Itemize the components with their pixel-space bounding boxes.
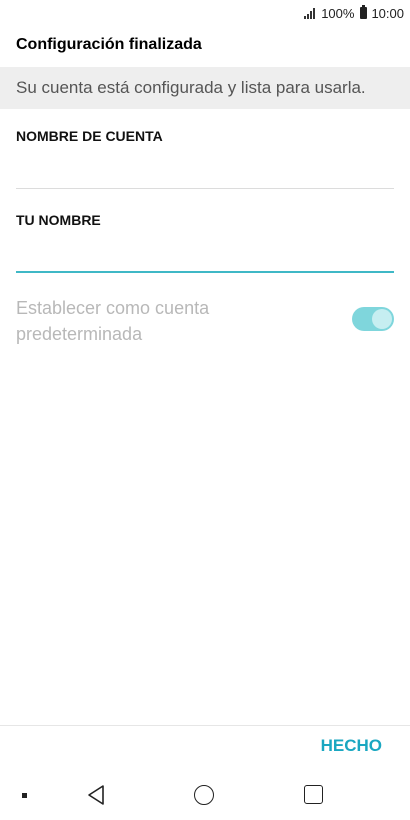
screen: 100% 10:00 Configuración finalizada Su c…	[0, 0, 410, 820]
battery-percent: 100%	[321, 5, 355, 21]
default-account-label: Establecer como cuenta predeterminada	[16, 298, 210, 344]
account-name-underline	[16, 188, 394, 189]
nav-dot-icon[interactable]	[22, 793, 27, 798]
info-banner-text: Su cuenta está configurada y lista para …	[16, 78, 366, 97]
account-name-label: NOMBRE DE CUENTA	[16, 128, 163, 144]
clock: 10:00	[371, 5, 404, 21]
your-name-underline	[16, 271, 394, 273]
navigation-bar	[0, 775, 410, 820]
account-name-input[interactable]	[16, 152, 394, 186]
info-banner: Su cuenta está configurada y lista para …	[0, 67, 410, 109]
toggle-knob	[372, 309, 392, 329]
your-name-label: TU NOMBRE	[16, 212, 101, 228]
status-bar: 100% 10:00	[0, 0, 410, 26]
page-title: Configuración finalizada	[16, 36, 202, 53]
recent-apps-icon[interactable]	[304, 785, 323, 804]
your-name-input[interactable]	[16, 236, 394, 270]
signal-icon	[304, 7, 316, 19]
battery-icon	[360, 5, 368, 19]
home-icon[interactable]	[194, 785, 214, 805]
done-button[interactable]: HECHO	[321, 736, 382, 756]
back-icon[interactable]	[86, 784, 106, 806]
default-account-toggle[interactable]	[352, 307, 394, 331]
bottom-divider	[0, 725, 410, 726]
